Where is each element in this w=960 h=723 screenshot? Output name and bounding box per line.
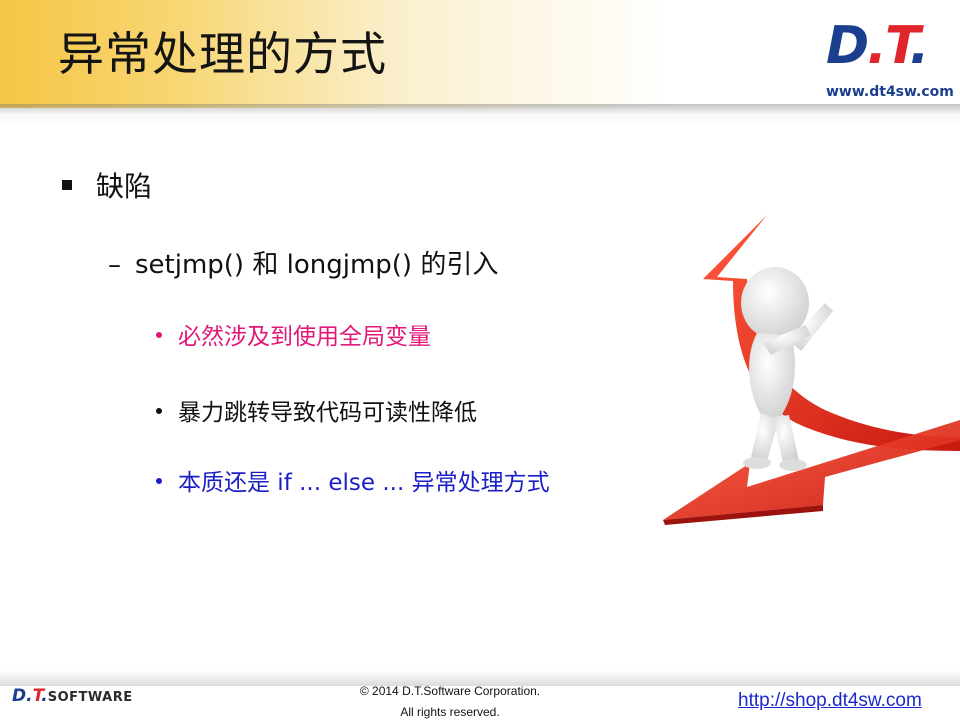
copyright-line1: © 2014 D.T.Software Corporation. [359,684,541,698]
bullet-level3-item: 必然涉及到使用全局变量 [156,317,431,351]
bullet-level3-item: 暴力跳转导致代码可读性降低 [156,393,477,427]
bullet-level3-text: 本质还是 if ... else ... 异常处理方式 [178,470,550,496]
footer-brand-logo: D.T.SOFTWARE [12,686,133,706]
bullet-level2: – setjmp() 和 longjmp() 的引入 [108,244,498,281]
dt-logo-mark: D.T. [826,16,930,76]
logo-dot-2: . [909,16,930,76]
footer-brand-dt: D. [12,686,33,706]
logo-letter-d: D [826,16,869,76]
copyright: © 2014 D.T.Software Corporation. All rig… [340,681,560,723]
footer-brand-software: SOFTWARE [47,690,133,705]
bullet-level3-text: 必然涉及到使用全局变量 [178,324,431,350]
dash-bullet-icon: – [108,250,121,280]
bullet-level3-item: 本质还是 if ... else ... 异常处理方式 [156,463,550,497]
bullet-level1-text: 缺陷 [96,170,153,203]
red-arrow-figure-illustration [663,215,960,525]
dt-logo: D.T. www.dt4sw.com [826,16,954,100]
dot-bullet-icon [156,331,162,338]
bullet-level1: 缺陷 [62,165,152,205]
bullet-level3-text: 暴力跳转导致代码可读性降低 [178,400,477,426]
bullet-level2-text: setjmp() 和 longjmp() 的引入 [135,250,499,280]
dot-bullet-icon [156,477,162,484]
dot-bullet-icon [156,407,162,414]
footer-brand-t: T [32,686,42,706]
shop-link[interactable]: http://shop.dt4sw.com [738,690,922,712]
logo-dot: . [867,16,887,76]
slide-title: 异常处理的方式 [58,27,387,81]
logo-url: www.dt4sw.com [826,84,954,100]
logo-letter-t: T [884,16,912,76]
square-bullet-icon [62,180,72,190]
